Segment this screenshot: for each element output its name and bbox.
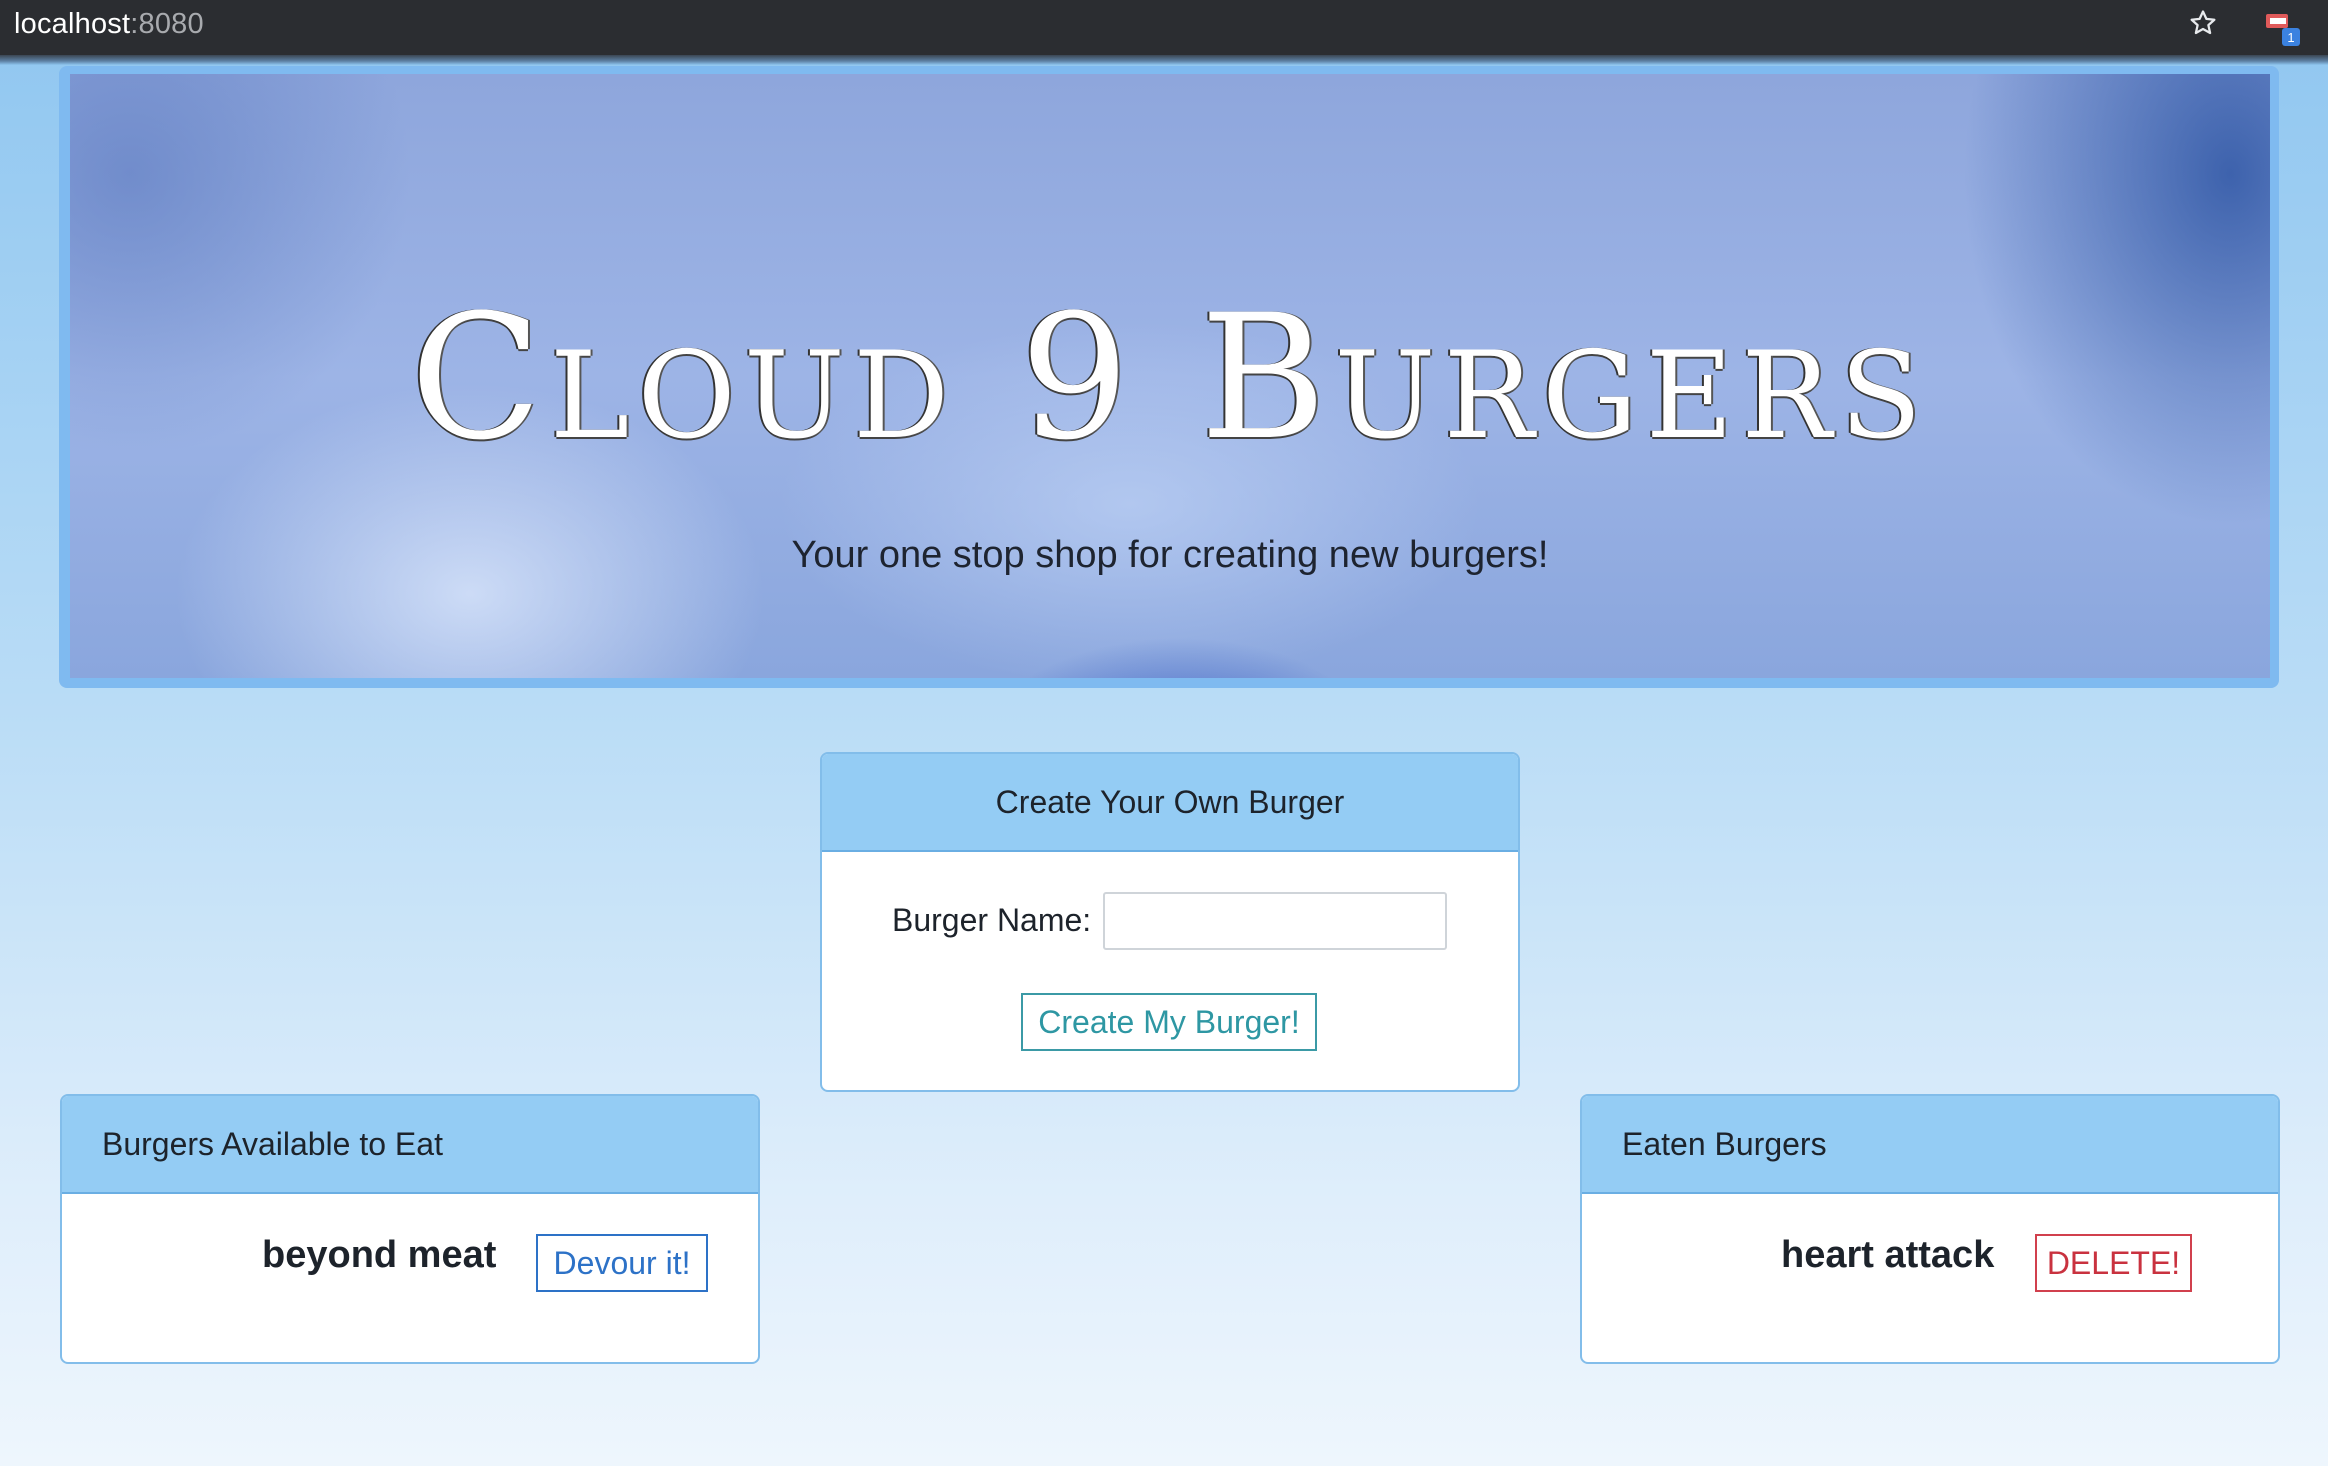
address-bar[interactable]: localhost:8080	[14, 8, 204, 41]
delete-button[interactable]: DELETE!	[2035, 1234, 2192, 1292]
create-burger-header: Create Your Own Burger	[822, 754, 1518, 852]
toolbar-shadow	[0, 55, 2328, 65]
available-burgers-card: Burgers Available to Eat	[60, 1094, 760, 1364]
available-burger-name: beyond meat	[262, 1234, 497, 1276]
browser-toolbar: localhost:8080 1	[0, 0, 2328, 55]
eaten-burgers-header: Eaten Burgers	[1582, 1096, 2278, 1194]
extension-icon[interactable]: 1	[2264, 10, 2304, 50]
devour-button[interactable]: Devour it!	[536, 1234, 708, 1292]
extension-badge-count: 1	[2287, 30, 2294, 45]
hero-banner: Cloud 9 Burgers Your one stop shop for c…	[70, 74, 2270, 678]
eaten-burger-name: heart attack	[1781, 1234, 1995, 1276]
eaten-burgers-card: Eaten Burgers	[1580, 1094, 2280, 1364]
burger-name-input[interactable]	[1103, 892, 1447, 950]
page-title: Cloud 9 Burgers	[410, 277, 1930, 478]
available-burgers-header: Burgers Available to Eat	[62, 1096, 758, 1194]
url-port: :8080	[130, 8, 204, 40]
url-host: localhost	[14, 8, 131, 40]
star-icon[interactable]	[2188, 8, 2218, 38]
create-burger-button[interactable]: Create My Burger!	[1021, 993, 1317, 1051]
page-subtitle: Your one stop shop for creating new burg…	[791, 534, 1549, 576]
burger-name-label: Burger Name:	[892, 902, 1092, 938]
